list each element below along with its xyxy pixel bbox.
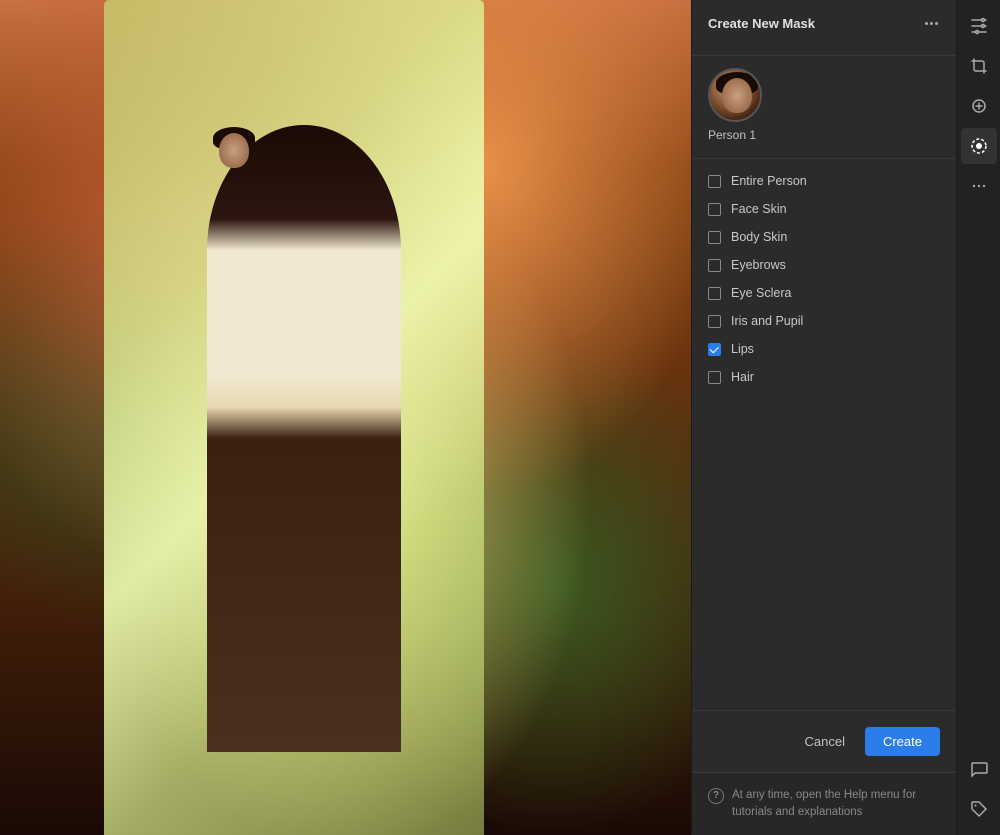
help-text: At any time, open the Help menu for tuto… [732,787,940,822]
checkbox-lips[interactable] [708,343,721,356]
adjust-icon[interactable] [961,8,997,44]
right-toolbar [956,0,1000,835]
heal-icon[interactable] [961,88,997,124]
heal-svg [970,97,988,115]
comment-icon[interactable] [961,751,997,787]
dot1 [925,22,928,25]
tag-icon[interactable] [961,791,997,827]
cancel-button[interactable]: Cancel [795,728,855,755]
action-buttons: Cancel Create [692,710,956,772]
checkbox-body-skin[interactable] [708,231,721,244]
label-eyebrows: Eyebrows [731,258,786,272]
label-body-skin: Body Skin [731,230,787,244]
checkbox-hair[interactable] [708,371,721,384]
panel-title: Create New Mask [708,16,815,31]
photo-background [0,0,691,835]
mask-option-body-skin[interactable]: Body Skin [692,223,956,251]
person-silhouette [207,125,400,751]
label-iris-and-pupil: Iris and Pupil [731,314,803,328]
mask-icon[interactable] [961,128,997,164]
mask-option-iris-and-pupil[interactable]: Iris and Pupil [692,307,956,335]
checkbox-eye-sclera[interactable] [708,287,721,300]
more-options-button[interactable] [923,20,940,27]
mask-option-entire-person[interactable]: Entire Person [692,167,956,195]
label-lips: Lips [731,342,754,356]
label-face-skin: Face Skin [731,202,787,216]
label-eye-sclera: Eye Sclera [731,286,791,300]
person-section: Person 1 [692,56,956,159]
label-hair: Hair [731,370,754,384]
label-entire-person: Entire Person [731,174,807,188]
mask-option-eye-sclera[interactable]: Eye Sclera [692,279,956,307]
create-button[interactable]: Create [865,727,940,756]
dot2 [930,22,933,25]
person-label: Person 1 [708,128,756,142]
photo-canvas [0,0,691,835]
mask-options-list: Entire Person Face Skin Body Skin Eyebrows E… [692,159,956,710]
checkbox-entire-person[interactable] [708,175,721,188]
create-mask-panel: Create New Mask Person 1 Entire Person Fa… [691,0,956,835]
dot3 [935,22,938,25]
crop-svg [970,57,988,75]
panel-header: Create New Mask [692,0,956,56]
more-svg [970,177,988,195]
adjust-svg [970,17,988,35]
checkbox-eyebrows[interactable] [708,259,721,272]
mask-option-hair[interactable]: Hair [692,363,956,391]
mask-option-face-skin[interactable]: Face Skin [692,195,956,223]
crop-icon[interactable] [961,48,997,84]
checkbox-face-skin[interactable] [708,203,721,216]
mask-option-eyebrows[interactable]: Eyebrows [692,251,956,279]
tag-svg [970,800,988,818]
mask-svg [970,137,988,155]
comment-svg [970,760,988,778]
person-avatar[interactable] [708,68,762,122]
more-toolbar-icon[interactable] [961,168,997,204]
help-icon: ? [708,788,724,804]
avatar-face [722,78,752,113]
help-section: ? At any time, open the Help menu for tu… [692,772,956,835]
mask-option-lips[interactable]: Lips [692,335,956,363]
checkbox-iris-and-pupil[interactable] [708,315,721,328]
